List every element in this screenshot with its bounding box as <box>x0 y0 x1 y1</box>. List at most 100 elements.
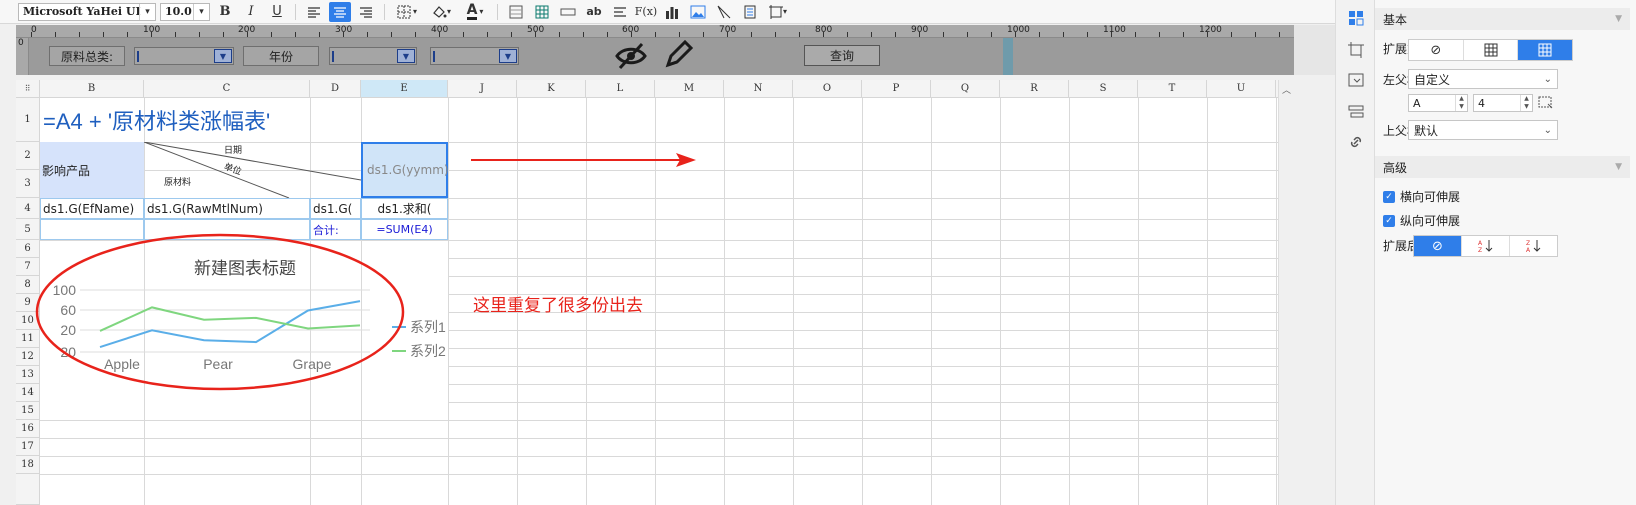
bar-chart-icon[interactable] <box>661 2 683 22</box>
dropdown-arrow-icon[interactable]: ▼ <box>499 49 517 63</box>
table-icon[interactable] <box>531 2 553 22</box>
section-advanced[interactable]: 高级 ▼ <box>1375 156 1630 178</box>
up-parent-select[interactable]: 默认 ⌄ <box>1408 120 1558 140</box>
cell-c5[interactable] <box>144 219 310 240</box>
year-combo[interactable]: ▼ <box>329 47 417 65</box>
sort-toggle[interactable]: ⊘ AZ ZA <box>1413 235 1558 257</box>
column-header-o[interactable]: O <box>793 80 862 98</box>
slash-line-icon[interactable] <box>713 2 735 22</box>
column-header-n[interactable]: N <box>724 80 793 98</box>
column-header-l[interactable]: L <box>586 80 655 98</box>
align-right-icon[interactable] <box>355 2 377 22</box>
column-header-s[interactable]: S <box>1069 80 1138 98</box>
frame-icon[interactable]: ▾ <box>765 2 791 22</box>
align-center-icon[interactable] <box>329 1 351 22</box>
spreadsheet[interactable]: ⠿ B C D E J K L M N O P Q R S T U 1 2 3 … <box>16 80 1294 505</box>
image-icon[interactable] <box>687 2 709 22</box>
column-header-b[interactable]: B <box>40 80 144 98</box>
column-header-r[interactable]: R <box>1000 80 1069 98</box>
dropdown-arrow-icon[interactable]: ▼ <box>397 49 415 63</box>
row-header-5[interactable]: 5 <box>16 219 40 240</box>
left-parent-column-spinner[interactable]: A ▲ ▼ <box>1408 94 1468 112</box>
row-header-12[interactable]: 12 <box>16 348 40 366</box>
column-header-u[interactable]: U <box>1207 80 1276 98</box>
row-header-11[interactable]: 11 <box>16 330 40 348</box>
checkbox-checked-icon[interactable]: ✓ <box>1383 214 1395 227</box>
param-panel-resize-handle[interactable] <box>1003 38 1013 75</box>
cell-c4[interactable]: ds1.G(RawMtlNum) <box>144 198 310 219</box>
widget-icon[interactable] <box>1346 70 1366 90</box>
row-header-1[interactable]: 1 <box>16 98 40 142</box>
horizontal-expandable-checkbox[interactable]: ✓ 横向可伸展 <box>1383 188 1460 205</box>
cell-e5[interactable]: =SUM(E4) <box>361 219 448 240</box>
left-parent-row-spinner[interactable]: 4 ▲ ▼ <box>1473 94 1533 112</box>
checkbox-checked-icon[interactable]: ✓ <box>1383 190 1395 203</box>
font-size-select[interactable]: 10.0 ▾ <box>160 2 210 21</box>
month-combo[interactable]: ▼ <box>430 47 519 65</box>
dropdown-arrow-icon[interactable]: ▼ <box>214 49 232 63</box>
horizontal-expand-icon[interactable] <box>1518 40 1573 60</box>
query-button[interactable]: 查询 <box>804 45 880 66</box>
column-header-d[interactable]: D <box>310 80 361 98</box>
underline-button[interactable]: U <box>266 2 288 22</box>
sort-descending-icon[interactable]: ZA <box>1510 236 1557 256</box>
title-formula-cell[interactable]: =A4 + '原材料类涨幅表' <box>43 98 443 142</box>
sub-report-icon[interactable] <box>739 2 761 22</box>
header-product-cell[interactable]: 影响产品 <box>42 142 142 198</box>
collapse-icon[interactable]: ▼ <box>1615 14 1622 24</box>
vertical-expand-icon[interactable] <box>1464 40 1519 60</box>
cell-e4[interactable]: ds1.求和( <box>361 198 448 219</box>
selected-cell-e2[interactable]: ds1.G(yymm) <box>361 142 449 198</box>
row-header-7[interactable]: 7 <box>16 258 40 276</box>
font-color-button[interactable]: A ▾ <box>460 2 490 22</box>
align-left-icon[interactable] <box>303 2 325 22</box>
vertical-expandable-checkbox[interactable]: ✓ 纵向可伸展 <box>1383 212 1460 229</box>
bold-button[interactable]: B <box>214 2 236 22</box>
row-header-8[interactable]: 8 <box>16 276 40 294</box>
column-header-t[interactable]: T <box>1138 80 1207 98</box>
chevron-down-icon[interactable]: ▾ <box>139 3 155 20</box>
formula-button[interactable]: F(x) <box>635 2 657 22</box>
column-header-k[interactable]: K <box>517 80 586 98</box>
select-all-corner[interactable]: ⠿ <box>16 80 40 98</box>
column-header-m[interactable]: M <box>655 80 724 98</box>
column-header-j[interactable]: J <box>448 80 517 98</box>
row-header-6[interactable]: 6 <box>16 240 40 258</box>
row-header-3[interactable]: 3 <box>16 170 40 198</box>
spinner-arrows-icon[interactable]: ▲ ▼ <box>1520 95 1532 111</box>
no-expand-icon[interactable]: ⊘ <box>1409 40 1464 60</box>
expand-direction-toggle[interactable]: ⊘ <box>1408 39 1573 61</box>
merge-cells-icon[interactable] <box>505 2 527 22</box>
row-header-16[interactable]: 16 <box>16 420 40 438</box>
row-header-15[interactable]: 15 <box>16 402 40 420</box>
row-header-2[interactable]: 2 <box>16 142 40 170</box>
vertical-scrollbar[interactable]: ︿ <box>1278 80 1294 505</box>
cell-d5[interactable]: 合计: <box>310 219 361 240</box>
sort-ascending-icon[interactable]: AZ <box>1462 236 1510 256</box>
cell-attributes-icon[interactable] <box>1346 8 1366 28</box>
row-header-18[interactable]: 18 <box>16 456 40 474</box>
scroll-up-icon[interactable]: ︿ <box>1282 83 1291 96</box>
column-header-c[interactable]: C <box>144 80 310 98</box>
collapse-icon[interactable]: ▼ <box>1615 162 1622 172</box>
cell-b4[interactable]: ds1.G(EfName) <box>40 198 144 219</box>
column-header-q[interactable]: Q <box>931 80 1000 98</box>
spinner-arrows-icon[interactable]: ▲ ▼ <box>1455 95 1467 111</box>
column-header-e[interactable]: E <box>361 80 448 98</box>
row-header-14[interactable]: 14 <box>16 384 40 402</box>
cell-b5[interactable] <box>40 219 144 240</box>
row-header-9[interactable]: 9 <box>16 294 40 312</box>
italic-button[interactable]: I <box>240 2 262 22</box>
edit-pencil-icon[interactable] <box>662 39 694 74</box>
left-parent-select[interactable]: 自定义 ⌄ <box>1408 69 1558 89</box>
chevron-down-icon[interactable]: ▾ <box>193 3 209 20</box>
rich-text-icon[interactable] <box>609 2 631 22</box>
row-header-4[interactable]: 4 <box>16 198 40 219</box>
hyperlink-icon[interactable] <box>1346 132 1366 152</box>
row-header-13[interactable]: 13 <box>16 366 40 384</box>
cell-d4[interactable]: ds1.G( <box>310 198 361 219</box>
condition-icon[interactable] <box>1346 102 1366 122</box>
cell-style-icon[interactable] <box>1346 40 1366 60</box>
material-type-combo[interactable]: ▼ <box>134 47 234 65</box>
ab-text-button[interactable]: ab <box>583 2 605 22</box>
